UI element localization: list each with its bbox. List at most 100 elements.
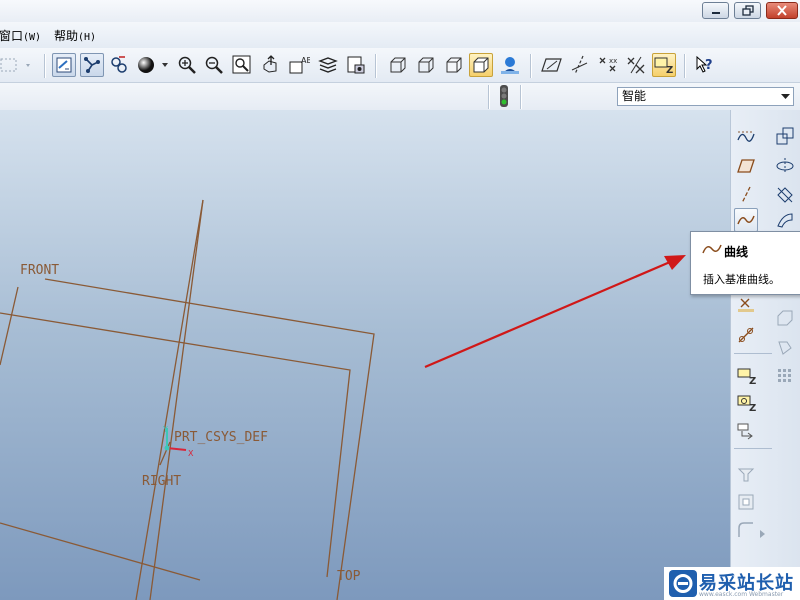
round-button[interactable] <box>734 518 758 542</box>
orient-mode-button[interactable] <box>107 53 131 77</box>
blend-icon <box>777 213 793 228</box>
traffic-light-button[interactable] <box>492 84 516 108</box>
graphics-area[interactable]: FRONT RIGHT TOP PRT_CSYS_DEF Y X <box>0 110 730 600</box>
context-help-button[interactable]: ? <box>693 53 717 77</box>
reorient-button[interactable] <box>259 53 283 77</box>
close-button[interactable] <box>766 2 798 19</box>
revolve-button[interactable] <box>773 154 797 178</box>
annotation-toggle[interactable]: Z <box>652 53 676 77</box>
annotation-display-icon: Z <box>654 57 673 75</box>
select-tool-dropdown[interactable] <box>0 53 40 77</box>
easck-logo-icon <box>673 574 693 593</box>
sweep-button[interactable] <box>773 183 797 207</box>
dimension-button[interactable] <box>734 420 758 444</box>
selection-filter-select[interactable]: 智能 <box>617 87 794 106</box>
csys-display-icon <box>627 56 645 74</box>
wireframe-button[interactable] <box>386 53 410 77</box>
zoom-out-button[interactable] <box>202 53 226 77</box>
rib-button[interactable] <box>773 336 797 360</box>
repaint-icon <box>56 57 72 73</box>
display-style-dropdown[interactable] <box>135 53 171 77</box>
dimension-icon <box>737 423 753 440</box>
shaded-sphere-icon <box>138 57 168 73</box>
restore-button[interactable] <box>734 2 761 19</box>
chevron-down-icon <box>777 88 793 105</box>
flyout-arrow-button[interactable] <box>757 522 769 546</box>
spin-center-icon <box>84 57 100 73</box>
wireframe-icon <box>390 57 406 73</box>
datum-planes-toggle[interactable] <box>540 53 564 77</box>
layers-button[interactable] <box>316 53 340 77</box>
shading-button[interactable] <box>469 53 493 77</box>
spin-center-button[interactable] <box>80 53 104 77</box>
toolbar-separator <box>734 353 772 354</box>
menu-help[interactable]: 帮助(H) <box>54 27 96 44</box>
round-icon <box>738 522 753 537</box>
hidden-line-button[interactable] <box>414 53 438 77</box>
view-manager-button[interactable] <box>344 53 368 77</box>
pattern-button[interactable] <box>773 364 797 388</box>
dashed-box-icon <box>0 58 30 72</box>
datum-axes-toggle[interactable] <box>568 53 592 77</box>
menu-help-accel: (H) <box>78 32 97 43</box>
toolbar-separator <box>44 54 46 78</box>
toolbar-separator <box>375 54 377 78</box>
datum-points-toggle[interactable]: xx <box>596 53 620 77</box>
toolbar-separator <box>684 54 686 78</box>
hidden-line-icon <box>418 57 434 73</box>
csys-label: PRT_CSYS_DEF <box>174 430 268 445</box>
sketch-tool-button[interactable] <box>734 124 758 148</box>
minimize-button[interactable] <box>702 2 729 19</box>
refit-button[interactable] <box>230 53 254 77</box>
context-help-icon: ? <box>696 55 713 73</box>
curve-icon <box>702 244 722 254</box>
no-hidden-icon <box>446 57 462 73</box>
menu-window[interactable]: 窗口(W) <box>0 27 41 44</box>
datum-axis-button[interactable] <box>734 183 758 207</box>
datum-axis-icon <box>741 186 751 204</box>
mirror-button[interactable] <box>773 124 797 148</box>
toolbar-separator <box>530 54 532 78</box>
csys-button[interactable] <box>734 323 758 347</box>
svg-text:Z: Z <box>666 65 673 75</box>
draft-button[interactable] <box>734 462 758 486</box>
csys-icon <box>738 327 754 343</box>
surface-finish-button[interactable]: Z <box>734 391 758 415</box>
shading-icon <box>473 57 489 73</box>
blend-button[interactable] <box>773 208 797 232</box>
model-tree-button[interactable] <box>498 53 522 77</box>
watermark-url: www.easck.com Webmaster <box>699 591 784 598</box>
minimize-icon <box>711 11 720 14</box>
title-bar <box>0 0 800 22</box>
zoom-in-button[interactable] <box>175 53 199 77</box>
saved-views-button[interactable]: AB <box>287 53 311 77</box>
front-label: FRONT <box>20 263 59 278</box>
shell-button[interactable] <box>773 306 797 330</box>
annotation-arrow <box>424 255 686 369</box>
svg-text:?: ? <box>705 58 713 73</box>
datum-curve-icon <box>737 215 755 225</box>
right-datum-plane[interactable] <box>135 199 204 600</box>
toolbar-separator <box>734 448 772 449</box>
traffic-light-icon <box>500 85 508 107</box>
shell-icon <box>777 310 793 326</box>
datum-plane-button[interactable] <box>734 154 758 178</box>
note-icon: Z <box>737 368 756 386</box>
csys-toggle[interactable] <box>624 53 648 77</box>
feature-toolbar: Z Z <box>730 110 800 600</box>
repaint-button[interactable] <box>52 53 76 77</box>
datum-point-icon <box>738 298 754 312</box>
datum-point-display-icon: xx <box>599 57 617 72</box>
no-hidden-button[interactable] <box>442 53 466 77</box>
csys-y-label: Y <box>162 425 168 434</box>
tooltip: 曲线 插入基准曲线。 <box>690 231 800 295</box>
top-label: TOP <box>337 569 361 584</box>
datum-point-button[interactable] <box>734 293 758 317</box>
refit-icon <box>232 55 251 74</box>
tooltip-title: 曲线 <box>724 245 749 259</box>
hole-button[interactable] <box>734 490 758 514</box>
datum-plane-display-icon <box>541 58 562 72</box>
model-display-icon <box>501 57 519 74</box>
note-button[interactable]: Z <box>734 364 758 388</box>
datum-curve-button[interactable] <box>734 208 758 232</box>
